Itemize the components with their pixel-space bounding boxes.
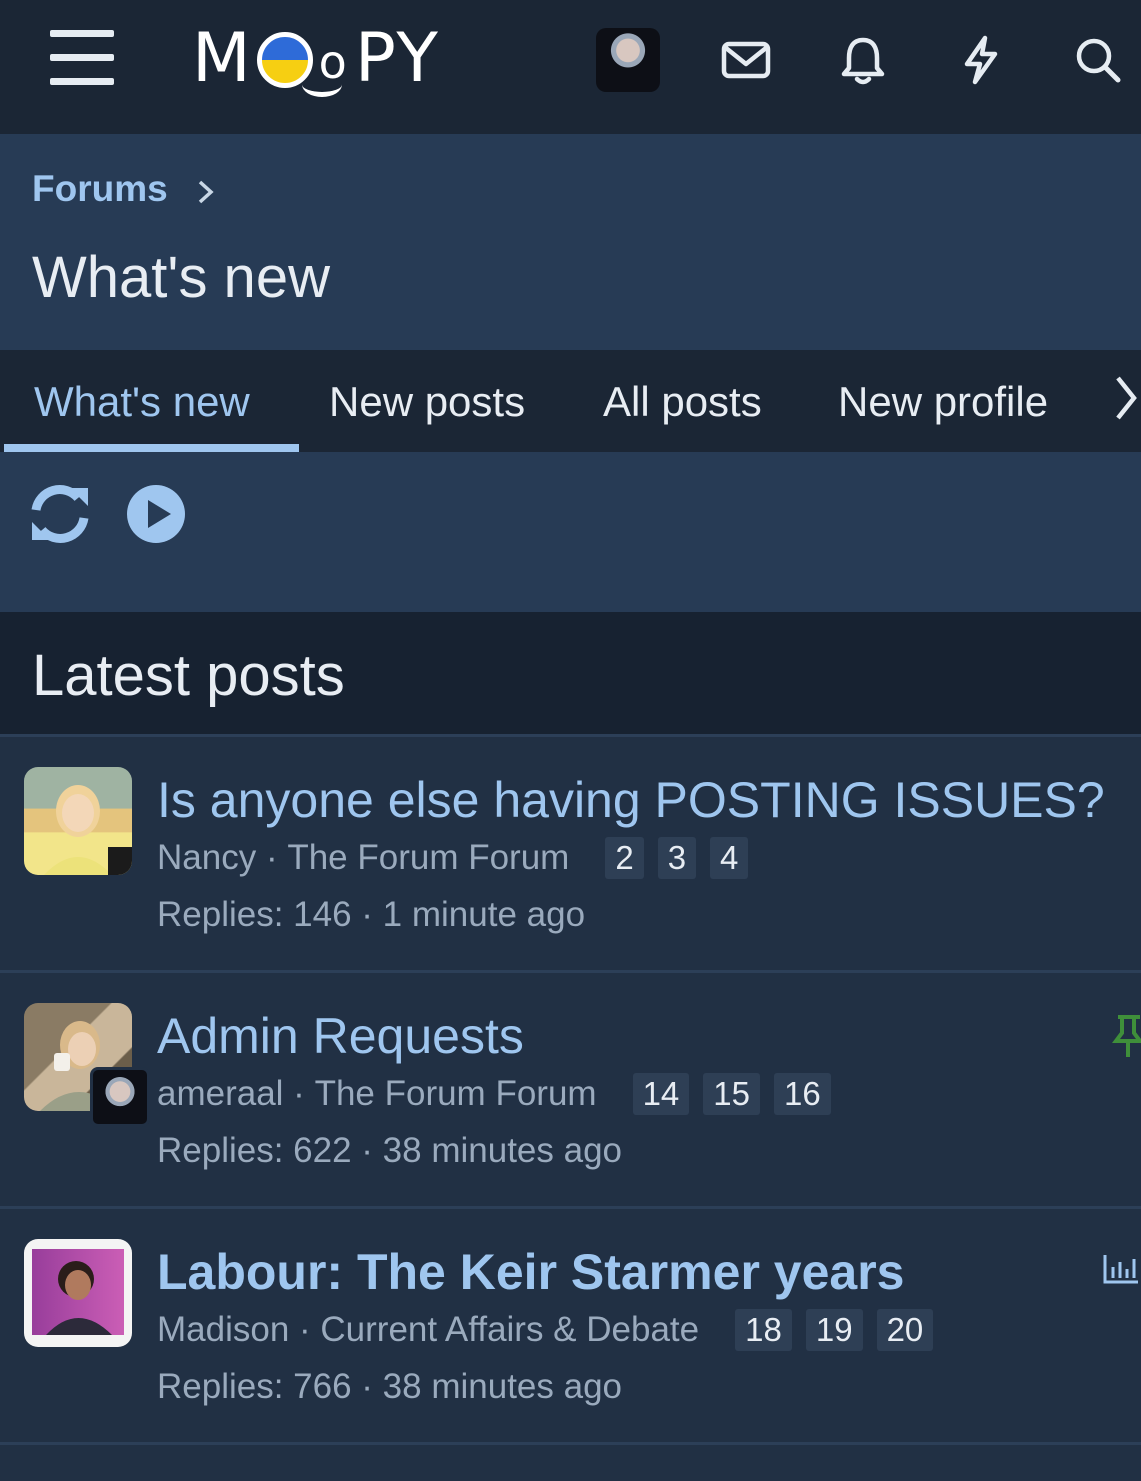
page-link[interactable]: 20 [876, 1309, 934, 1351]
user-avatar[interactable] [596, 28, 660, 92]
tab-all-posts[interactable]: All posts [603, 378, 762, 426]
tab-whats-new[interactable]: What's new [34, 378, 250, 426]
page-jump: 18 19 20 [735, 1309, 934, 1351]
site-logo[interactable]: M o PY [192, 18, 440, 98]
thread-stats: Replies: 146 · 1 minute ago [157, 895, 586, 934]
thread-forum[interactable]: Current Affairs & Debate [320, 1310, 699, 1350]
chevron-right-icon [198, 180, 214, 204]
thread-row[interactable]: Admin Requests ameraal · The Forum Forum… [0, 970, 1141, 1209]
page-jump: 2 3 4 [605, 837, 749, 879]
poll-icon [1103, 1255, 1138, 1284]
meta-separator: · [289, 1310, 321, 1349]
thread-author[interactable]: ameraal [157, 1074, 283, 1114]
thread-title[interactable]: Is anyone else having POSTING ISSUES? [157, 771, 1105, 829]
search-icon[interactable] [1072, 34, 1124, 86]
meta-separator: · [256, 838, 288, 877]
thread-row[interactable]: Is anyone else having POSTING ISSUES? Na… [0, 734, 1141, 973]
play-icon[interactable] [126, 484, 186, 544]
thread-author[interactable]: Madison [157, 1310, 289, 1350]
chevron-right-icon[interactable] [1112, 372, 1138, 424]
thread-meta: ameraal · The Forum Forum 14 15 16 [157, 1073, 831, 1115]
logo-letters-py: PY [354, 18, 440, 98]
thread-row[interactable] [0, 1442, 1141, 1481]
avatar[interactable] [24, 767, 132, 875]
thread-title[interactable]: Admin Requests [157, 1007, 524, 1065]
page-jump: 14 15 16 [632, 1073, 831, 1115]
menu-icon[interactable] [50, 30, 114, 88]
thread-stats: Replies: 766 · 38 minutes ago [157, 1367, 622, 1406]
bolt-icon[interactable] [955, 34, 1007, 86]
bell-icon[interactable] [837, 34, 889, 86]
tab-new-profile-posts[interactable]: New profile [838, 378, 1084, 426]
page-link[interactable]: 3 [657, 837, 697, 879]
page-link[interactable]: 18 [735, 1309, 792, 1351]
active-tab-indicator [4, 444, 299, 452]
page-link[interactable]: 19 [805, 1309, 863, 1351]
mail-icon[interactable] [720, 34, 772, 86]
thread-forum[interactable]: The Forum Forum [287, 838, 569, 878]
logo-smile-mark [302, 72, 342, 97]
thread-author[interactable]: Nancy [157, 838, 256, 878]
thread-row[interactable]: Labour: The Keir Starmer years Madison ·… [0, 1206, 1141, 1445]
page-header [0, 134, 1141, 350]
page-link[interactable]: 15 [703, 1073, 760, 1115]
page-link[interactable]: 16 [774, 1073, 831, 1115]
thread-title[interactable]: Labour: The Keir Starmer years [157, 1243, 905, 1301]
page-link[interactable]: 4 [710, 837, 749, 879]
thread-stats: Replies: 622 · 38 minutes ago [157, 1131, 622, 1170]
meta-separator: · [283, 1074, 315, 1113]
page-title: What's new [32, 245, 330, 310]
thread-meta: Madison · Current Affairs & Debate 18 19… [157, 1309, 934, 1351]
latest-posts-header: Latest posts [0, 612, 1141, 734]
tab-new-posts[interactable]: New posts [329, 378, 525, 426]
section-title: Latest posts [32, 643, 345, 708]
breadcrumb-forums[interactable]: Forums [32, 168, 168, 210]
avatar[interactable] [24, 1239, 132, 1347]
page-link[interactable]: 14 [632, 1073, 690, 1115]
refresh-icon[interactable] [28, 482, 92, 546]
page-link[interactable]: 2 [605, 837, 644, 879]
last-poster-avatar[interactable] [90, 1067, 150, 1127]
logo-letter-m: M [192, 18, 253, 98]
pin-icon [1112, 1015, 1141, 1057]
thread-forum[interactable]: The Forum Forum [315, 1074, 597, 1114]
thread-meta: Nancy · The Forum Forum 2 3 4 [157, 837, 749, 879]
